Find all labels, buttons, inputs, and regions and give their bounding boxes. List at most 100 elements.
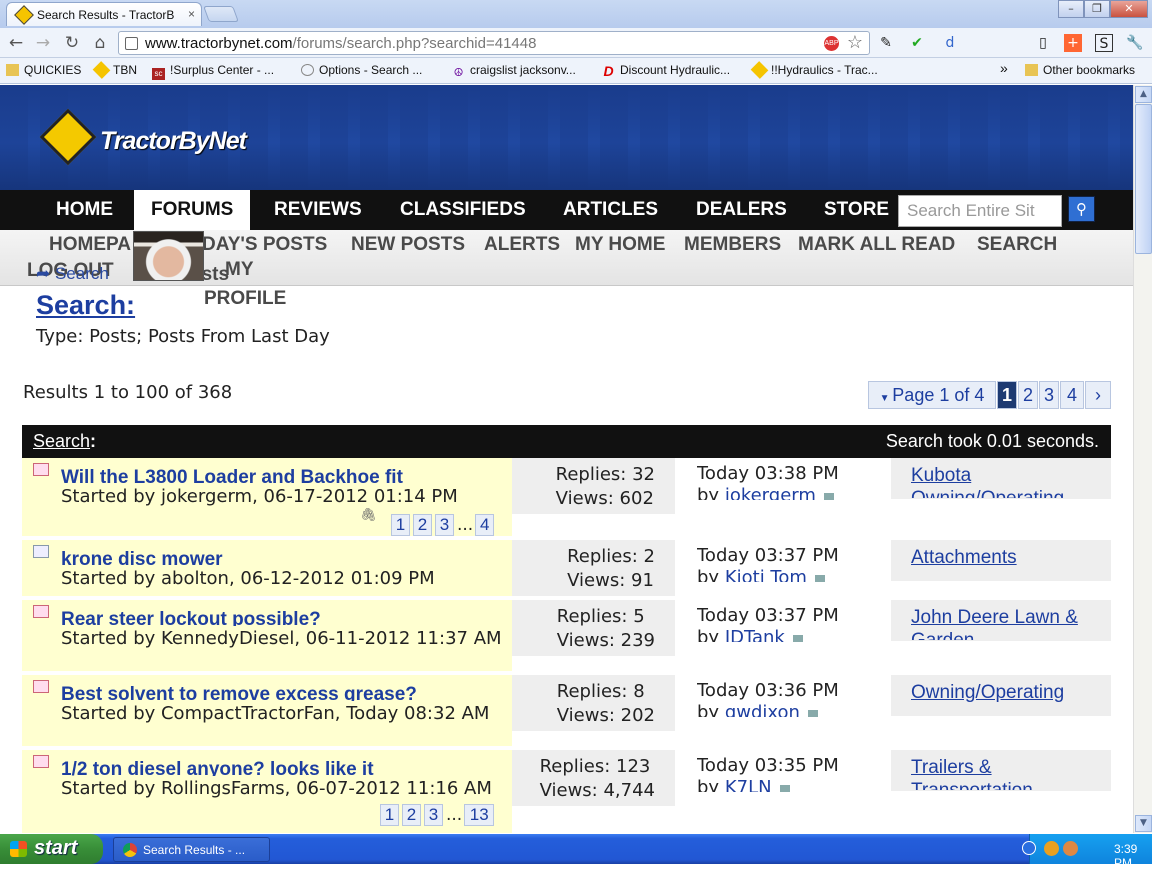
last-poster-link[interactable]: gwdixon: [725, 702, 800, 717]
bookmark-options-search[interactable]: Options - Search ...: [301, 63, 422, 77]
last-post-time: Today 03:35 PM: [697, 755, 839, 776]
wrench-icon[interactable]: 🔧: [1126, 34, 1144, 52]
scroll-down-icon[interactable]: ▼: [1135, 815, 1152, 832]
subnav-my-home[interactable]: MY HOME: [575, 234, 665, 256]
page-3-button[interactable]: 3: [1039, 381, 1059, 409]
thread-title[interactable]: Will the L3800 Loader and Backhoe fit: [61, 466, 403, 484]
bookmark-star-icon[interactable]: ☆: [847, 32, 863, 53]
s-extension-icon[interactable]: S: [1095, 34, 1113, 52]
last-poster-link[interactable]: jokergerm: [725, 485, 816, 500]
subnav-my[interactable]: MY: [225, 259, 254, 281]
adblock-icon[interactable]: ABP: [824, 36, 839, 51]
nav-dealers[interactable]: DEALERS: [696, 190, 787, 230]
nav-forums[interactable]: FORUMS: [134, 190, 251, 230]
page-title[interactable]: Search:: [36, 290, 135, 321]
go-to-last-post-icon[interactable]: [823, 493, 834, 500]
subnav-new-posts[interactable]: NEW POSTS: [351, 234, 465, 256]
address-bar[interactable]: www.tractorbynet.com/forums/search.php?s…: [118, 31, 870, 55]
next-page-icon[interactable]: ›: [1085, 381, 1111, 409]
new-tab-button[interactable]: [203, 6, 239, 22]
forum-link[interactable]: Owning/Operating: [911, 681, 1101, 715]
search-icon[interactable]: ⚲: [1068, 196, 1095, 222]
go-to-last-post-icon[interactable]: [779, 785, 790, 792]
thread-starter: Started by jokergerm, 06-17-2012 01:14 P…: [61, 486, 458, 507]
plus-extension-icon[interactable]: +: [1064, 34, 1082, 52]
thread-page-link[interactable]: 13: [464, 804, 495, 826]
scroll-thumb[interactable]: [1135, 104, 1152, 254]
forward-icon[interactable]: →: [32, 33, 54, 53]
vertical-scrollbar[interactable]: ▲ ▼: [1133, 85, 1152, 833]
page-1-button[interactable]: 1: [997, 381, 1017, 409]
tab-close-icon[interactable]: ×: [188, 7, 195, 21]
tray-expand-icon[interactable]: [1022, 841, 1036, 855]
pen-extension-icon[interactable]: ✎: [877, 34, 895, 52]
bookmark-quickies[interactable]: QUICKIES: [6, 63, 81, 77]
go-to-last-post-icon[interactable]: [807, 710, 818, 717]
thread-page-link[interactable]: 4: [475, 514, 495, 536]
thread-title[interactable]: Best solvent to remove excess grease?: [61, 683, 417, 701]
search-link[interactable]: Search: [33, 431, 90, 451]
thread-title[interactable]: 1/2 ton diesel anyone? looks like it: [61, 758, 374, 776]
thread-title[interactable]: krone disc mower: [61, 548, 223, 566]
nav-classifieds[interactable]: CLASSIFIEDS: [400, 190, 526, 230]
thread-page-link[interactable]: 3: [424, 804, 443, 826]
breadcrumb[interactable]: ➦ Search: [36, 264, 109, 284]
go-to-last-post-icon[interactable]: [792, 635, 803, 642]
scroll-up-icon[interactable]: ▲: [1135, 86, 1152, 103]
page-4-button[interactable]: 4: [1060, 381, 1084, 409]
taskbar-clock[interactable]: 3:39 PM: [1114, 842, 1152, 870]
minimize-icon[interactable]: –: [1058, 0, 1084, 18]
taskbar-chrome-window[interactable]: Search Results - ...: [113, 837, 270, 862]
phone-extension-icon[interactable]: ▯: [1034, 34, 1052, 52]
window-close-icon[interactable]: ✕: [1110, 0, 1148, 18]
page-jump-dropdown[interactable]: ▼ Page 1 of 4: [868, 381, 996, 409]
forum-link[interactable]: Trailers & Transportation: [911, 756, 1101, 790]
subnav-todays-posts[interactable]: DAY'S POSTS: [202, 234, 327, 256]
last-poster-link[interactable]: K7LN: [725, 777, 772, 792]
thread-page-link[interactable]: 1: [391, 514, 410, 536]
forum-link[interactable]: John Deere Lawn & Garden: [911, 606, 1101, 640]
browser-tab[interactable]: Search Results - TractorB ×: [6, 2, 202, 26]
thread-page-link[interactable]: 2: [402, 804, 421, 826]
bookmark-surplus-center[interactable]: sc !Surplus Center - ...: [152, 63, 274, 80]
user-avatar[interactable]: [133, 231, 204, 281]
bookmark-hydraulics-trac[interactable]: !!Hydraulics - Trac...: [750, 61, 878, 79]
bookmark-discount-hydraulic[interactable]: D Discount Hydraulic...: [602, 63, 730, 78]
thread-page-link[interactable]: 2: [413, 514, 432, 536]
start-button[interactable]: start: [0, 834, 103, 864]
site-search-input[interactable]: Search Entire Sit: [898, 195, 1062, 227]
delicious-extension-icon[interactable]: d: [941, 34, 959, 52]
subnav-members[interactable]: MEMBERS: [684, 234, 781, 256]
forum-link[interactable]: Kubota Owning/Operating: [911, 464, 1101, 498]
back-icon[interactable]: ←: [5, 33, 27, 53]
spellcheck-extension-icon[interactable]: ✔: [908, 34, 926, 52]
home-icon[interactable]: ⌂: [89, 33, 111, 53]
restore-icon[interactable]: ❐: [1084, 0, 1110, 18]
page-2-button[interactable]: 2: [1018, 381, 1038, 409]
other-bookmarks[interactable]: Other bookmarks: [1025, 63, 1135, 77]
subnav-homepage[interactable]: HOMEPA: [49, 234, 131, 256]
reload-icon[interactable]: ↻: [61, 33, 83, 53]
subnav-mark-all-read[interactable]: MARK ALL READ: [798, 234, 955, 256]
thread-page-link[interactable]: 1: [380, 804, 399, 826]
nav-home[interactable]: HOME: [56, 190, 113, 230]
subnav-profile[interactable]: PROFILE: [204, 288, 286, 310]
tray-app-icon[interactable]: [1044, 841, 1059, 856]
nav-store[interactable]: STORE: [824, 190, 889, 230]
nav-reviews[interactable]: REVIEWS: [274, 190, 362, 230]
bookmark-craigslist[interactable]: ☮ craigslist jacksonv...: [452, 63, 576, 79]
tray-app-icon[interactable]: [1063, 841, 1078, 856]
subnav-alerts[interactable]: ALERTS: [484, 234, 560, 256]
subnav-search[interactable]: SEARCH: [977, 234, 1057, 256]
breadcrumb-search[interactable]: Search: [55, 264, 109, 283]
thread-page-link[interactable]: 3: [435, 514, 454, 536]
last-poster-link[interactable]: JDTank: [725, 627, 785, 642]
forum-link[interactable]: Attachments: [911, 546, 1101, 580]
nav-articles[interactable]: ARTICLES: [563, 190, 658, 230]
go-to-last-post-icon[interactable]: [814, 575, 825, 582]
results-count: Results 1 to 100 of 368: [23, 382, 233, 403]
bookmark-overflow-chevron-icon[interactable]: »: [1000, 60, 1008, 76]
thread-title[interactable]: Rear steer lockout possible?: [61, 608, 321, 626]
bookmark-tbn[interactable]: TBN: [92, 61, 137, 79]
last-poster-link[interactable]: Kioti Tom: [725, 567, 807, 582]
